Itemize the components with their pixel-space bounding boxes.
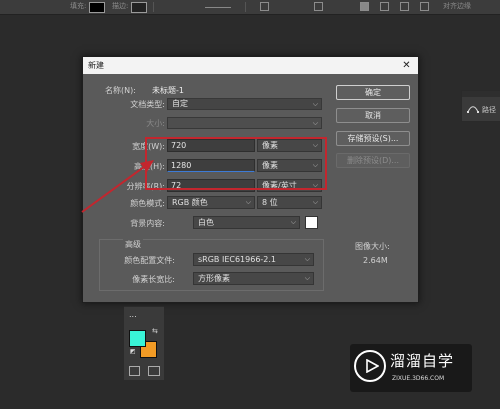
background-label: 背景内容:	[130, 219, 165, 228]
chevron-down-icon: ⌵	[290, 218, 296, 226]
quick-mask-icon[interactable]	[129, 366, 140, 376]
pixel-aspect-select[interactable]: 方形像素 ⌵	[193, 272, 314, 285]
ok-button[interactable]: 确定	[336, 85, 410, 100]
color-profile-select[interactable]: sRGB IEC61966-2.1 ⌵	[193, 253, 314, 266]
color-mode-select[interactable]: RGB 颜色 ⌵	[167, 196, 255, 209]
size-dropdown: ⌵	[167, 117, 322, 129]
chevron-down-icon: ⌵	[312, 198, 318, 206]
chevron-down-icon: ⌵	[312, 119, 318, 127]
options-bar: 填充: 描边: 对齐边缘	[0, 0, 500, 15]
image-size-value: 2.64M	[363, 256, 388, 265]
more-tools-icon[interactable]: ...	[129, 310, 137, 319]
path-arrangement-icon[interactable]	[400, 2, 409, 11]
tools-panel: ... ⇆ ◩	[124, 306, 164, 380]
swap-colors-icon[interactable]: ⇆	[152, 327, 158, 335]
foreground-color-swatch[interactable]	[129, 330, 146, 347]
background-select[interactable]: 白色 ⌵	[193, 216, 300, 229]
advanced-toggle[interactable]: 高级	[123, 239, 143, 250]
size-label: 大小:	[146, 119, 165, 128]
width-icon[interactable]	[260, 2, 269, 11]
dialog-title: 新建	[88, 61, 104, 70]
watermark-url: ZIXUE.3D66.COM	[392, 375, 445, 382]
path-alignment-icon[interactable]	[380, 2, 389, 11]
fill-swatch[interactable]	[89, 2, 105, 13]
play-logo-icon	[354, 350, 386, 382]
path-icon	[467, 106, 479, 113]
close-icon[interactable]: ✕	[401, 60, 412, 71]
preset-label: 文档类型:	[130, 100, 165, 109]
chevron-down-icon: ⌵	[304, 274, 310, 282]
background-color-swatch[interactable]	[305, 216, 318, 229]
divider	[153, 2, 154, 12]
fill-label: 填充:	[70, 2, 87, 10]
dialog-titlebar[interactable]: 新建 ✕	[83, 57, 418, 74]
align-edges-label[interactable]: 对齐边缘	[443, 1, 471, 11]
name-field[interactable]: 未标题-1	[152, 85, 184, 96]
chevron-down-icon: ⌵	[312, 100, 318, 108]
bit-depth-select[interactable]: 8 位 ⌵	[257, 196, 322, 209]
panel-grip[interactable]	[462, 91, 500, 97]
screen-mode-icon[interactable]	[148, 366, 160, 376]
background-value: 白色	[198, 218, 214, 227]
cancel-button[interactable]: 取消	[336, 108, 410, 123]
stroke-type-dropdown[interactable]	[205, 7, 231, 8]
path-operations-icon[interactable]	[360, 2, 369, 11]
image-size-label: 图像大小:	[355, 242, 390, 251]
bit-depth-value: 8 位	[262, 198, 278, 207]
preset-value: 自定	[172, 99, 188, 108]
default-colors-icon[interactable]: ◩	[130, 348, 136, 355]
color-mode-value: RGB 颜色	[172, 198, 208, 207]
pixel-aspect-value: 方形像素	[198, 274, 230, 283]
highlight-box	[145, 137, 327, 190]
link-icon[interactable]	[314, 2, 323, 11]
delete-preset-button: 删除预设(D)...	[336, 153, 410, 168]
divider	[245, 2, 246, 12]
panel-label: 路径	[482, 106, 496, 114]
chevron-down-icon: ⌵	[245, 198, 251, 206]
annotation-arrow-icon	[81, 160, 154, 213]
gear-icon[interactable]	[420, 2, 429, 11]
chevron-down-icon: ⌵	[304, 255, 310, 263]
paths-panel[interactable]: 路径	[461, 90, 500, 122]
watermark-title: 溜溜自学	[390, 352, 455, 370]
stroke-label: 描边:	[112, 2, 129, 10]
save-preset-button[interactable]: 存储预设(S)...	[336, 131, 410, 146]
color-profile-value: sRGB IEC61966-2.1	[198, 255, 277, 264]
pixel-aspect-label: 像素长宽比:	[132, 275, 175, 284]
watermark: 溜溜自学 ZIXUE.3D66.COM	[350, 344, 472, 392]
color-profile-label: 颜色配置文件:	[124, 256, 175, 265]
stroke-swatch[interactable]	[131, 2, 147, 13]
preset-dropdown[interactable]: 自定 ⌵	[167, 98, 322, 110]
name-label: 名称(N):	[105, 86, 136, 95]
